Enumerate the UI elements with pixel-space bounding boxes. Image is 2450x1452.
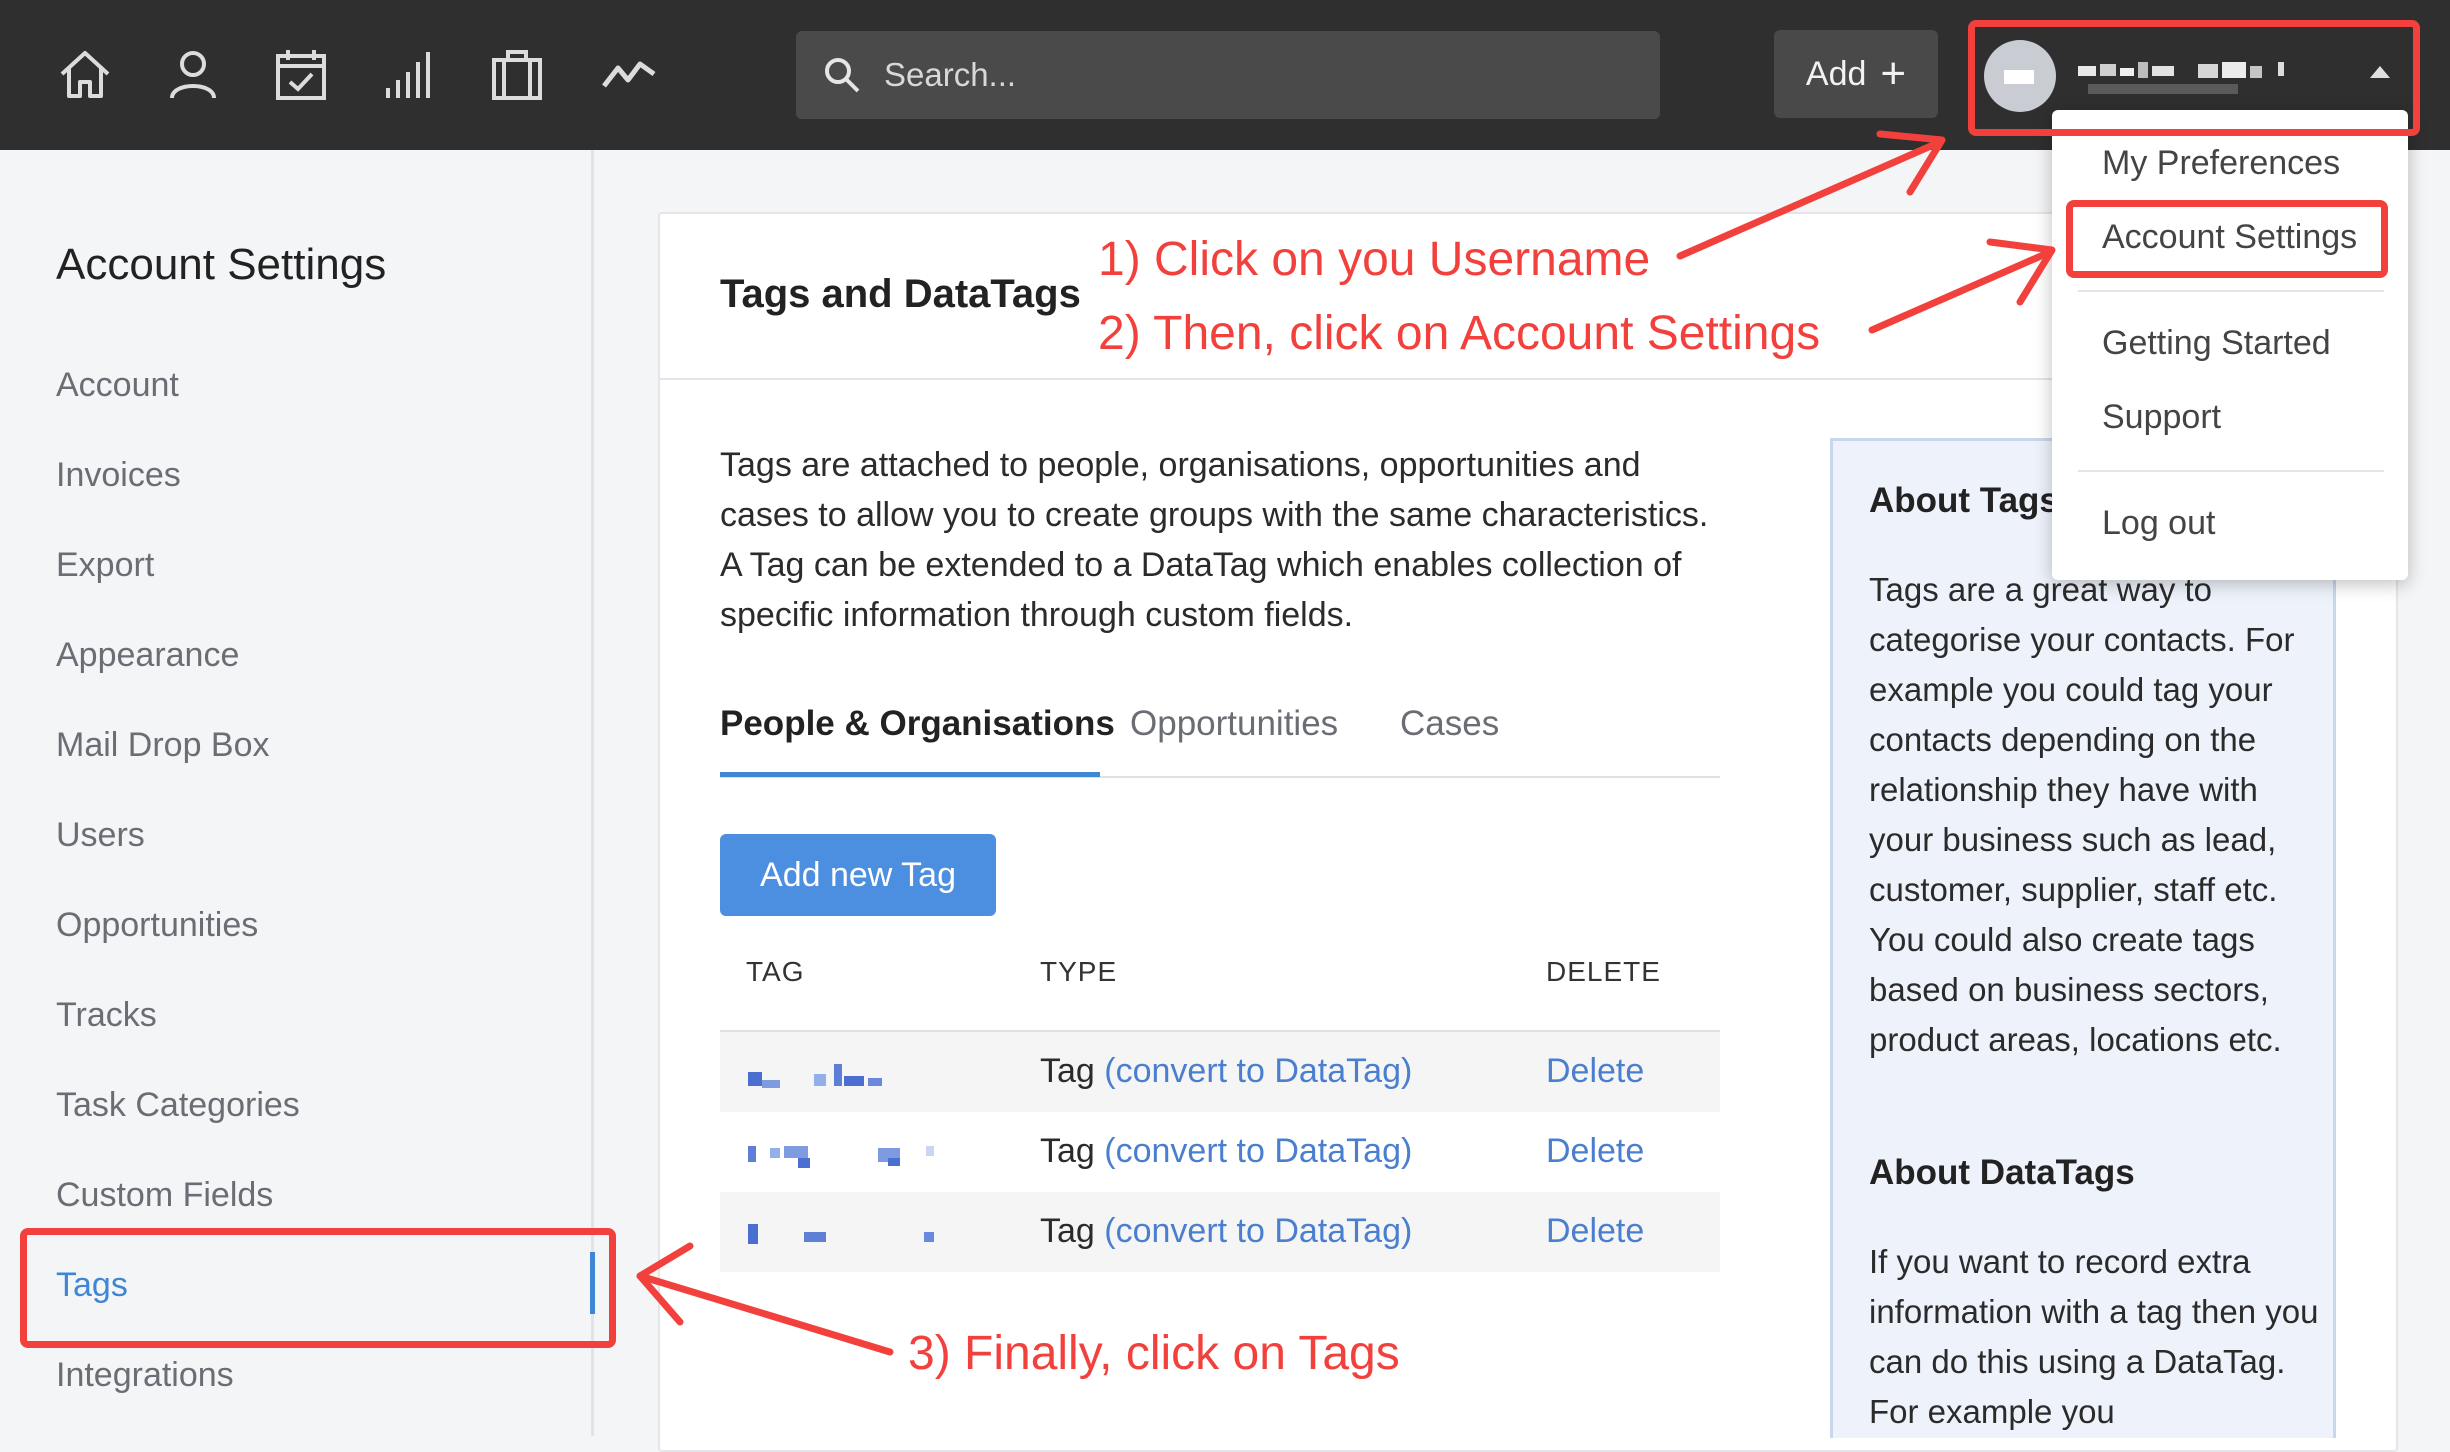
sidebar-item-task-categories[interactable]: Task Categories <box>56 1086 300 1125</box>
tag-name-blurred <box>748 1064 882 1088</box>
add-new-tag-button[interactable]: Add new Tag <box>720 834 996 916</box>
convert-to-datatag-link[interactable]: (convert to DataTag) <box>1104 1212 1412 1250</box>
table-row: Tag (convert to DataTag) Delete <box>720 1192 1720 1272</box>
about-tags-heading: About Tags <box>1869 481 2059 520</box>
table-row: Tag (convert to DataTag) Delete <box>720 1032 1720 1112</box>
type-cell: Tag (convert to DataTag) <box>1040 1132 1413 1170</box>
highlight-account-settings-box <box>2066 200 2388 278</box>
table-row: Tag (convert to DataTag) Delete <box>720 1112 1720 1192</box>
intro-text: Tags are attached to people, organisatio… <box>720 446 1709 634</box>
plus-icon: + <box>1880 49 1907 98</box>
sidebar-item-invoices[interactable]: Invoices <box>56 456 181 495</box>
menu-item-support[interactable]: Support <box>2102 398 2221 437</box>
menu-divider <box>2078 470 2384 472</box>
about-tags-panel: About Tags Tags are a great way to categ… <box>1830 438 2336 1438</box>
highlight-tags-box <box>20 1228 616 1348</box>
menu-item-getting-started[interactable]: Getting Started <box>2102 324 2331 363</box>
search-box[interactable] <box>796 31 1660 119</box>
annotation-step-1: 1) Click on you Username <box>1098 233 1651 286</box>
sidebar-item-appearance[interactable]: Appearance <box>56 636 239 675</box>
home-icon[interactable] <box>52 42 118 108</box>
sidebar-item-integrations[interactable]: Integrations <box>56 1356 234 1395</box>
sidebar-title: Account Settings <box>56 240 387 289</box>
about-tags-text: Tags are a great way to categorise your … <box>1869 571 2295 1058</box>
highlight-username-box <box>1968 20 2420 136</box>
about-datatags-heading: About DataTags <box>1869 1153 2135 1192</box>
person-icon[interactable] <box>160 42 226 108</box>
menu-item-my-preferences[interactable]: My Preferences <box>2102 144 2340 183</box>
add-button-label: Add <box>1805 54 1867 93</box>
annotation-step-3: 3) Finally, click on Tags <box>908 1327 1400 1380</box>
delete-link[interactable]: Delete <box>1546 1052 1644 1091</box>
sidebar-item-custom-fields[interactable]: Custom Fields <box>56 1176 273 1215</box>
search-icon <box>825 58 860 93</box>
calendar-check-icon[interactable] <box>268 42 334 108</box>
convert-to-datatag-link[interactable]: (convert to DataTag) <box>1104 1052 1412 1090</box>
type-cell: Tag (convert to DataTag) <box>1040 1212 1413 1250</box>
column-header-tag: TAG <box>746 956 805 987</box>
sidebar-item-users[interactable]: Users <box>56 816 145 855</box>
page-title: Tags and DataTags <box>720 272 1081 316</box>
bar-chart-icon[interactable] <box>376 42 442 108</box>
add-button[interactable]: Add + <box>1774 30 1938 118</box>
sidebar-item-opportunities[interactable]: Opportunities <box>56 906 258 945</box>
search-input[interactable] <box>882 31 1642 119</box>
tag-type-tabs: People & Organisations Opportunities Cas… <box>720 704 1720 778</box>
column-header-type: TYPE <box>1040 956 1118 987</box>
sidebar-item-mail-drop-box[interactable]: Mail Drop Box <box>56 726 270 765</box>
activity-icon[interactable] <box>596 42 662 108</box>
briefcase-icon[interactable] <box>484 42 550 108</box>
menu-divider <box>2078 290 2384 292</box>
active-tab-underline <box>720 772 1100 777</box>
menu-item-log-out[interactable]: Log out <box>2102 504 2215 543</box>
tab-opportunities[interactable]: Opportunities <box>1130 704 1338 744</box>
tag-name-blurred <box>748 1224 934 1244</box>
tab-cases[interactable]: Cases <box>1400 704 1499 744</box>
user-dropdown-menu: My Preferences Account Settings Getting … <box>2052 110 2408 580</box>
sidebar-item-export[interactable]: Export <box>56 546 154 585</box>
tag-name-blurred <box>748 1146 934 1168</box>
about-datatags-text: If you want to record extra information … <box>1869 1243 2319 1430</box>
sidebar-item-tracks[interactable]: Tracks <box>56 996 157 1035</box>
delete-link[interactable]: Delete <box>1546 1132 1644 1171</box>
column-header-delete: DELETE <box>1546 956 1661 987</box>
type-cell: Tag (convert to DataTag) <box>1040 1052 1413 1090</box>
annotation-step-2: 2) Then, click on Account Settings <box>1098 307 1821 360</box>
delete-link[interactable]: Delete <box>1546 1212 1644 1251</box>
convert-to-datatag-link[interactable]: (convert to DataTag) <box>1104 1132 1412 1170</box>
sidebar-item-account[interactable]: Account <box>56 366 179 405</box>
tab-people-organisations[interactable]: People & Organisations <box>720 704 1115 744</box>
